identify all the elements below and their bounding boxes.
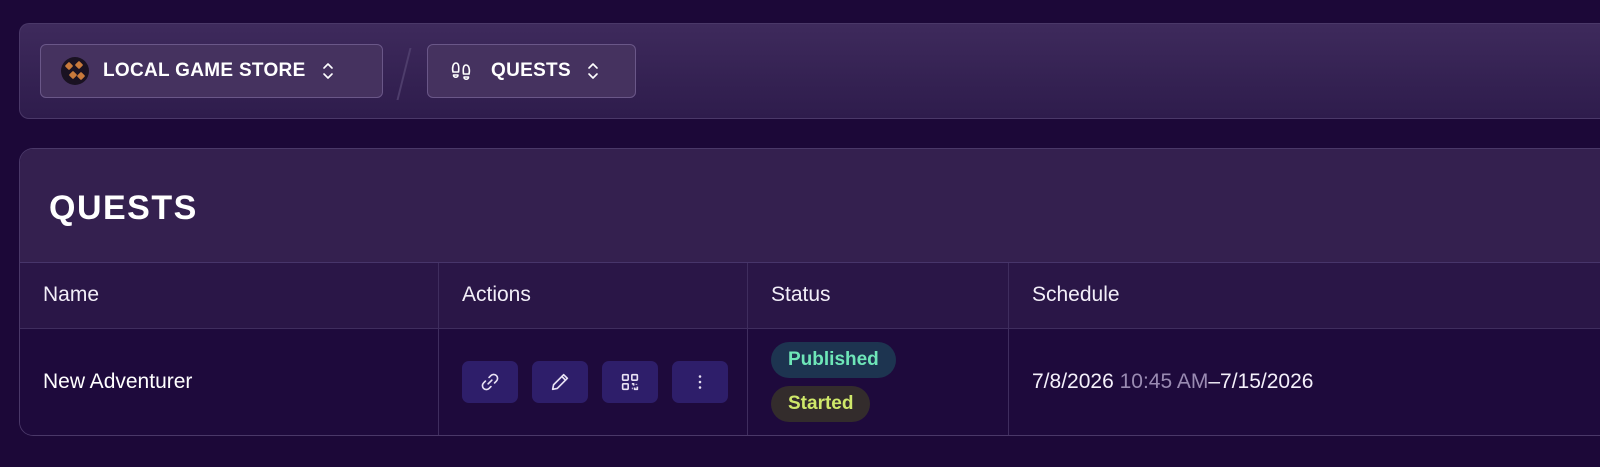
schedule-start-date: 7/8/2026 (1032, 369, 1114, 393)
column-header-status: Status (747, 263, 1009, 328)
schedule-end-date: 7/15/2026 (1220, 369, 1314, 393)
chevron-up-down-icon (322, 61, 334, 81)
quest-name[interactable]: New Adventurer (20, 328, 439, 435)
copy-link-button[interactable] (462, 360, 518, 403)
schedule-separator: – (1208, 369, 1221, 393)
top-navigation-bar: LOCAL GAME STORE QUESTS (19, 23, 1600, 119)
schedule-start-time: 10:45 AM (1119, 369, 1209, 393)
more-options-button[interactable] (672, 360, 728, 403)
section-selector-label: QUESTS (491, 60, 571, 81)
qr-code-icon (619, 371, 641, 393)
actions-cell (438, 328, 748, 435)
store-logo-icon (61, 57, 89, 85)
quests-table: Name Actions Status Schedule New Adventu… (20, 263, 1600, 435)
link-icon (479, 371, 501, 393)
status-badge-published: Published (771, 341, 896, 378)
store-selector[interactable]: LOCAL GAME STORE (40, 44, 383, 98)
column-header-name: Name (20, 263, 439, 328)
table-header-row: Name Actions Status Schedule (20, 263, 1600, 328)
column-header-actions: Actions (438, 263, 748, 328)
section-selector[interactable]: QUESTS (427, 44, 636, 98)
quests-panel: QUESTS Name Actions Status Schedule New … (19, 148, 1600, 436)
page-title: QUESTS (49, 189, 198, 227)
status-badge-started: Started (771, 385, 871, 422)
footprints-icon (449, 59, 473, 83)
qr-code-button[interactable] (602, 360, 658, 403)
more-vertical-icon (689, 371, 711, 393)
pencil-icon (549, 371, 571, 393)
edit-button[interactable] (532, 360, 588, 403)
status-cell: Published Started (747, 328, 1009, 435)
panel-header: QUESTS (20, 149, 1600, 263)
schedule-cell: 7/8/2026 10:45 AM–7/15/2026 (1009, 328, 1600, 435)
breadcrumb-separator (396, 48, 412, 100)
table-row: New Adventurer Published Started 7/8/202… (20, 328, 1600, 435)
chevron-up-down-icon (587, 61, 599, 81)
column-header-schedule: Schedule (1032, 283, 1120, 307)
store-selector-label: LOCAL GAME STORE (103, 60, 306, 81)
